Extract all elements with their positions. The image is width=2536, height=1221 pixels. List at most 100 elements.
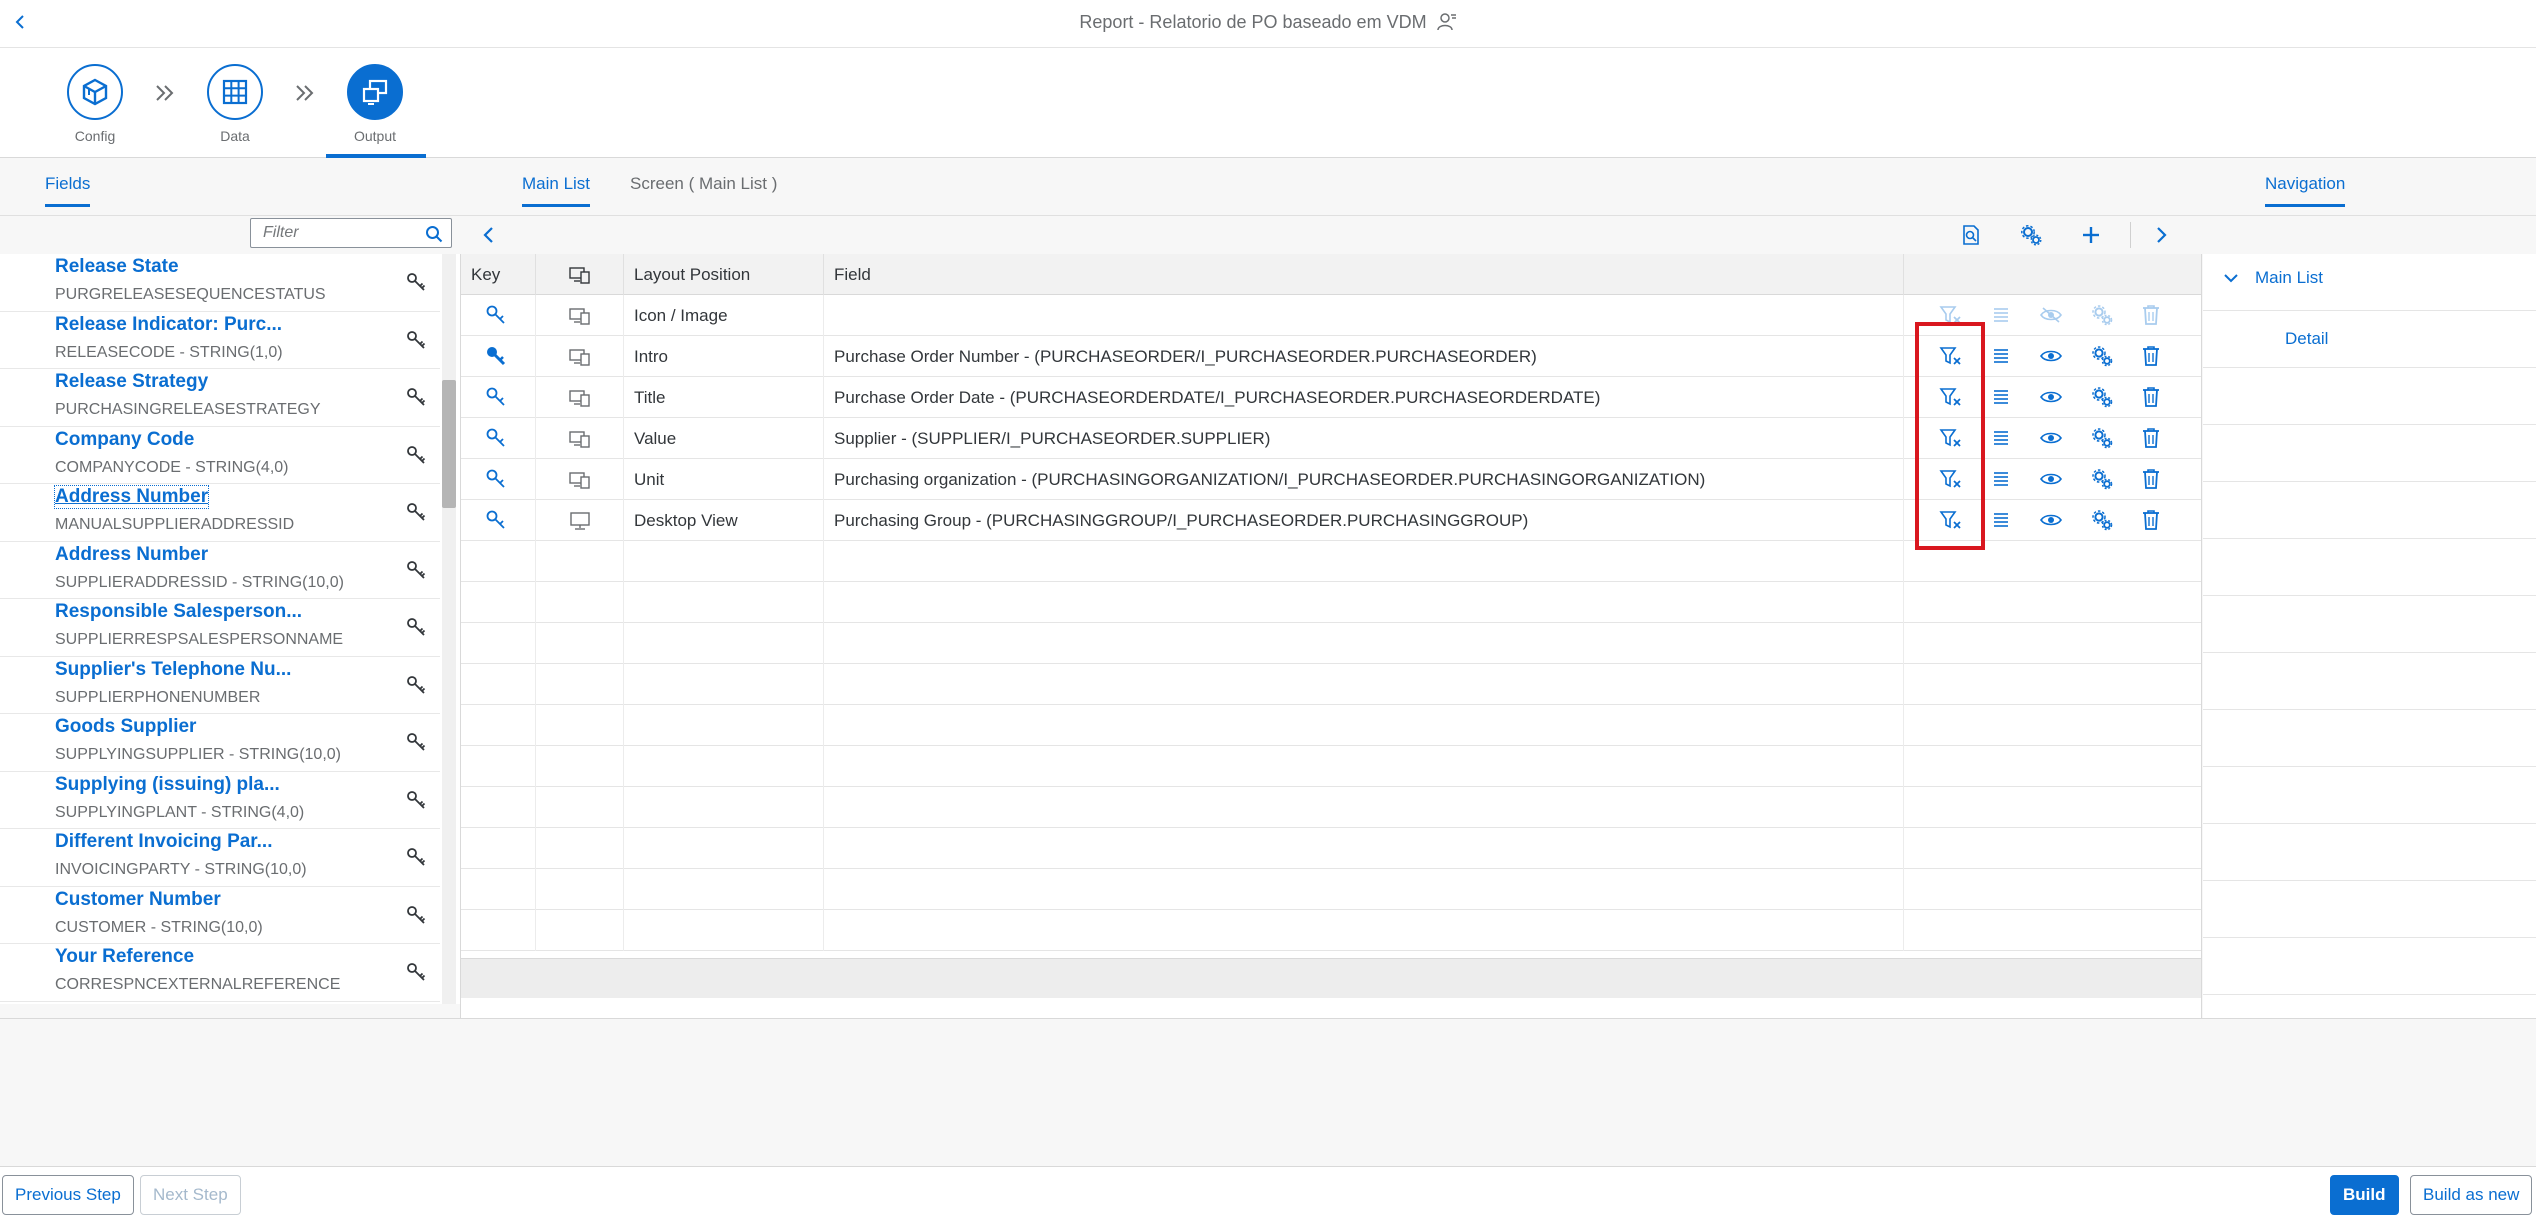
list-icon[interactable] [1986,464,2016,494]
eye-icon[interactable] [2036,464,2066,494]
field-name[interactable]: Address Number [55,544,208,566]
key-icon[interactable] [402,613,430,641]
gears-icon[interactable] [2087,382,2117,412]
step-output[interactable]: Output [315,64,435,144]
build-as-new-button[interactable]: Build as new [2410,1175,2533,1215]
key-icon[interactable] [402,556,430,584]
field-list-item[interactable]: Release State PURGRELEASESEQUENCESTATUS [0,254,440,312]
table-row[interactable]: Title Purchase Order Date - (PURCHASEORDE… [461,377,2201,418]
field-name[interactable]: Customer Number [55,889,221,911]
list-icon[interactable] [1986,423,2016,453]
eye-icon[interactable] [2036,423,2066,453]
key-icon[interactable] [402,671,430,699]
desktop-mobile-icon[interactable] [568,307,591,325]
desktop-mobile-icon[interactable] [568,430,591,448]
trash-icon[interactable] [2136,300,2166,330]
field-list-item[interactable]: Release Indicator: Purc... RELEASECODE - … [0,312,440,369]
step-data[interactable]: Data [175,64,295,144]
filter-clear-icon[interactable] [1936,423,1966,453]
field-list-item[interactable]: Goods Supplier SUPPLYINGSUPPLIER - STRING… [0,714,440,772]
filter-clear-icon[interactable] [1936,300,1966,330]
list-icon[interactable] [1986,341,2016,371]
tab-fields[interactable]: Fields [45,174,91,207]
field-name[interactable]: Your Reference [55,946,194,968]
fields-scrollbar[interactable] [442,254,456,1004]
field-list-item[interactable]: Company Code COMPANYCODE - STRING(4,0) [0,427,440,484]
trash-icon[interactable] [2136,382,2166,412]
field-list-item[interactable]: Customer Number CUSTOMER - STRING(10,0) [0,887,440,944]
field-list-item[interactable]: Release Strategy PURCHASINGRELEASESTRATEG… [0,369,440,427]
desktop-mobile-icon[interactable] [568,348,591,366]
field-name[interactable]: Release Indicator: Purc... [55,314,282,336]
eye-icon[interactable] [2036,382,2066,412]
key-icon[interactable] [481,505,511,535]
trash-icon[interactable] [2136,341,2166,371]
key-icon[interactable] [481,423,511,453]
column-header-layout-position[interactable]: Layout Position [624,254,824,295]
nav-item-detail[interactable]: Detail [2285,329,2328,349]
previous-step-button[interactable]: Previous Step [2,1175,134,1215]
eye-hidden-icon[interactable] [2036,300,2066,330]
column-header-field[interactable]: Field [824,254,1904,295]
gears-icon[interactable] [2087,464,2117,494]
nav-row-detail[interactable]: Detail [2203,311,2536,368]
gears-icon[interactable] [2087,341,2117,371]
nav-item-main-list[interactable]: Main List [2223,268,2323,288]
key-icon[interactable] [481,464,511,494]
trash-icon[interactable] [2136,505,2166,535]
table-row[interactable]: Desktop View Purchasing Group - (PURCHASI… [461,500,2201,541]
gears-icon[interactable] [2087,423,2117,453]
key-icon[interactable] [481,300,511,330]
search-icon[interactable] [425,225,443,243]
filter-clear-icon[interactable] [1936,341,1966,371]
next-step-button[interactable]: Next Step [140,1175,241,1215]
eye-icon[interactable] [2036,505,2066,535]
key-icon[interactable] [402,958,430,986]
expand-right-button[interactable] [2146,220,2176,250]
settings-button[interactable] [2016,220,2046,250]
field-name[interactable]: Responsible Salesperson... [55,601,302,623]
desktop-mobile-icon[interactable] [568,389,591,407]
tab-main-list[interactable]: Main List [522,174,591,207]
collapse-left-button[interactable] [474,220,504,250]
tab-navigation[interactable]: Navigation [2265,174,2346,207]
field-list-item[interactable]: Your Reference CORRESPNCEXTERNALREFERENCE [0,944,440,1002]
field-name[interactable]: Different Invoicing Par... [55,831,273,853]
field-name[interactable]: Release Strategy [55,371,208,393]
field-name[interactable]: Supplying (issuing) pla... [55,774,280,796]
filter-input[interactable] [251,219,421,247]
fields-scrollbar-thumb[interactable] [442,380,456,508]
key-icon[interactable] [402,843,430,871]
table-row[interactable]: Value Supplier - (SUPPLIER/I_PURCHASEORDE… [461,418,2201,459]
tab-screen-main-list[interactable]: Screen ( Main List ) [630,174,777,204]
monitor-icon[interactable] [569,511,591,531]
table-row[interactable]: Intro Purchase Order Number - (PURCHASEOR… [461,336,2201,377]
field-name[interactable]: Company Code [55,429,194,451]
field-name[interactable]: Address Number [53,485,210,509]
field-name[interactable]: Supplier's Telephone Nu... [55,659,291,681]
user-settings-icon[interactable] [1436,12,1457,32]
gears-icon[interactable] [2087,300,2117,330]
desktop-mobile-icon[interactable] [568,471,591,489]
key-icon[interactable] [402,326,430,354]
field-list-item[interactable]: Address Number SUPPLIERADDRESSID - STRING… [0,542,440,599]
table-row[interactable]: Icon / Image [461,295,2201,336]
field-list-item[interactable]: Address Number MANUALSUPPLIERADDRESSID [0,484,440,542]
filter-clear-icon[interactable] [1936,505,1966,535]
key-icon[interactable] [402,786,430,814]
field-list-item[interactable]: Supplying (issuing) pla... SUPPLYINGPLANT… [0,772,440,829]
key-icon[interactable] [402,383,430,411]
trash-icon[interactable] [2136,423,2166,453]
nav-row-main-list[interactable]: Main List [2203,254,2536,311]
key-icon[interactable] [402,268,430,296]
key-icon[interactable] [481,382,511,412]
eye-icon[interactable] [2036,341,2066,371]
column-header-key[interactable]: Key [461,254,536,295]
list-icon[interactable] [1986,382,2016,412]
preview-button[interactable] [1956,220,1986,250]
key-icon[interactable] [481,341,511,371]
gears-icon[interactable] [2087,505,2117,535]
filter-clear-icon[interactable] [1936,382,1966,412]
filter-field[interactable] [250,218,452,248]
table-row[interactable]: Unit Purchasing organization - (PURCHASIN… [461,459,2201,500]
